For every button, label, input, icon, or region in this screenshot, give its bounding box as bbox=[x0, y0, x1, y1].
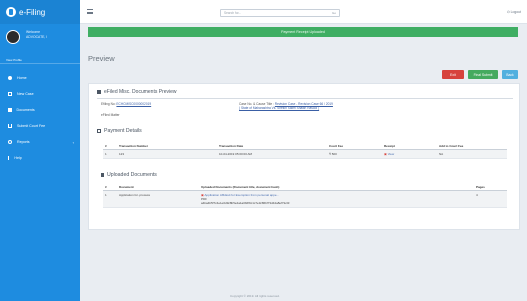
app-logo[interactable]: e-Filing bbox=[0, 0, 80, 24]
case-no-value[interactable]: Revision Case - Revision Case 66 / 2019 bbox=[275, 102, 333, 106]
help-icon bbox=[8, 156, 10, 160]
sidebar-item-label: Home bbox=[17, 76, 27, 80]
avatar[interactable] bbox=[6, 30, 20, 44]
sidebar-item-new-case[interactable]: New Case bbox=[0, 86, 80, 102]
menu-toggle-icon[interactable] bbox=[87, 9, 93, 14]
search-input[interactable]: Search for... Go bbox=[220, 9, 340, 17]
documents-icon bbox=[8, 107, 12, 113]
sidebar-item-reports[interactable]: Reports ‹ bbox=[0, 134, 80, 150]
col-header: Document bbox=[117, 183, 199, 191]
col-header: Add to Court Fee bbox=[437, 142, 507, 150]
chevron-left-icon: ‹ bbox=[72, 139, 74, 145]
document-hash: a4ba4b5f7c4e1e0d9c8b5e4a1a0b6f9c1c7e3c86… bbox=[201, 201, 290, 205]
view-receipt-link[interactable]: View bbox=[388, 152, 394, 156]
cell: 4 bbox=[474, 190, 507, 208]
logo-text: e-Filing bbox=[19, 7, 46, 17]
success-banner: Payment Receipt Uploaded bbox=[88, 27, 518, 37]
sidebar-item-label: Reports bbox=[17, 140, 30, 144]
receipt-cell: ▣ View bbox=[382, 149, 437, 159]
sidebar-item-label: Submit Court Fee bbox=[17, 124, 46, 128]
final-submit-button[interactable]: Final Submit bbox=[468, 70, 498, 79]
table-header-row: # Document Uploaded Documents (Document … bbox=[103, 183, 507, 191]
payment-details-header: Payment Details bbox=[97, 128, 142, 134]
col-header: Uploaded Documents (Document title, docu… bbox=[199, 183, 474, 191]
sidebar: e-Filing Welcome ADVOCATE, I View Profil… bbox=[0, 0, 80, 301]
divider bbox=[97, 98, 513, 99]
page-title: Preview bbox=[88, 54, 115, 63]
card-header-text: eFiled Misc. Documents Preview bbox=[104, 89, 177, 95]
col-header: # bbox=[103, 142, 117, 150]
cause-title[interactable]: ( State of Maharashtra Vs. Sheikh Salim … bbox=[239, 106, 319, 110]
payment-table: # Transaction Number Transaction Date Co… bbox=[103, 142, 507, 159]
court-fee-icon bbox=[8, 124, 12, 128]
logout-link[interactable]: ⏻ Logout bbox=[507, 10, 521, 14]
sidebar-item-court-fee[interactable]: Submit Court Fee bbox=[0, 118, 80, 134]
action-buttons: Exit Final Submit Back bbox=[442, 70, 518, 79]
col-header: Transaction Number bbox=[117, 142, 217, 150]
uploaded-docs-header: Uploaded Documents bbox=[101, 172, 157, 178]
sidebar-nav: Home New Case Documents Submit Court Fee… bbox=[0, 70, 80, 166]
case-info: Case No. & Cause Title : Revision Case -… bbox=[239, 102, 333, 111]
efiling-no-value[interactable]: ECHCMISC0000002019 bbox=[116, 102, 151, 106]
uploaded-docs-table: # Document Uploaded Documents (Document … bbox=[103, 183, 507, 208]
payment-details-title: Payment Details bbox=[104, 128, 142, 134]
back-button[interactable]: Back bbox=[502, 70, 518, 79]
cell: ₹ 500 bbox=[327, 149, 382, 159]
card-header: eFiled Misc. Documents Preview bbox=[97, 89, 177, 95]
file-icon bbox=[101, 173, 104, 177]
pdf-icon: ▣ bbox=[384, 152, 387, 156]
cell: NA bbox=[437, 149, 507, 159]
cell: 1 bbox=[103, 149, 117, 159]
sidebar-item-label: Help bbox=[14, 156, 22, 160]
sidebar-item-label: Documents bbox=[16, 108, 35, 112]
footer-text: Copyright © 2019. All rights reserved. bbox=[230, 294, 280, 298]
cell: 1 bbox=[103, 190, 117, 208]
reports-icon bbox=[8, 140, 12, 144]
table-row: 1 Application for..process ▣ Application… bbox=[103, 190, 507, 208]
efiling-number: Efiling No: ECHCMISC0000002019 bbox=[101, 102, 151, 106]
sidebar-item-documents[interactable]: Documents bbox=[0, 102, 80, 118]
payment-icon bbox=[97, 129, 101, 133]
view-profile-link[interactable]: View Profile bbox=[6, 58, 22, 62]
sidebar-item-label: New Case bbox=[17, 92, 34, 96]
cell: 10-04-2019 05:00:00 AM bbox=[217, 149, 327, 159]
document-link[interactable]: Application Affidavit for Exemption from… bbox=[205, 193, 280, 197]
col-header: Receipt bbox=[382, 142, 437, 150]
home-icon bbox=[8, 76, 12, 80]
preview-card: eFiled Misc. Documents Preview Efiling N… bbox=[88, 83, 520, 230]
user-name: ADVOCATE, I bbox=[26, 34, 48, 39]
sidebar-item-home[interactable]: Home bbox=[0, 70, 80, 86]
top-bar: Search for... Go ⏻ Logout bbox=[80, 0, 527, 24]
logout-label: Logout bbox=[510, 10, 521, 14]
sidebar-item-help[interactable]: Help bbox=[0, 150, 80, 166]
cell: 123 bbox=[117, 149, 217, 159]
efiling-no-label: Efiling No: bbox=[101, 102, 116, 106]
col-header: Court Fee bbox=[327, 142, 382, 150]
table-header-row: # Transaction Number Transaction Date Co… bbox=[103, 142, 507, 150]
col-header: # bbox=[103, 183, 117, 191]
search-go-button[interactable]: Go bbox=[332, 11, 336, 15]
case-no-label: Case No. & Cause Title : bbox=[239, 102, 274, 106]
search-placeholder: Search for... bbox=[224, 11, 242, 15]
uploaded-docs-title: Uploaded Documents bbox=[107, 172, 157, 178]
new-case-icon bbox=[8, 92, 12, 96]
col-header: Pages bbox=[474, 183, 507, 191]
table-row: 1 123 10-04-2019 05:00:00 AM ₹ 500 ▣ Vie… bbox=[103, 149, 507, 159]
efiled-by: eFiled Matter bbox=[101, 113, 120, 117]
document-icon bbox=[97, 90, 101, 94]
logo-icon bbox=[6, 7, 16, 17]
exit-button[interactable]: Exit bbox=[442, 70, 464, 79]
cell: Application for..process bbox=[117, 190, 199, 208]
document-cell: ▣ Application Affidavit for Exemption fr… bbox=[199, 190, 474, 208]
col-header: Transaction Date bbox=[217, 142, 327, 150]
